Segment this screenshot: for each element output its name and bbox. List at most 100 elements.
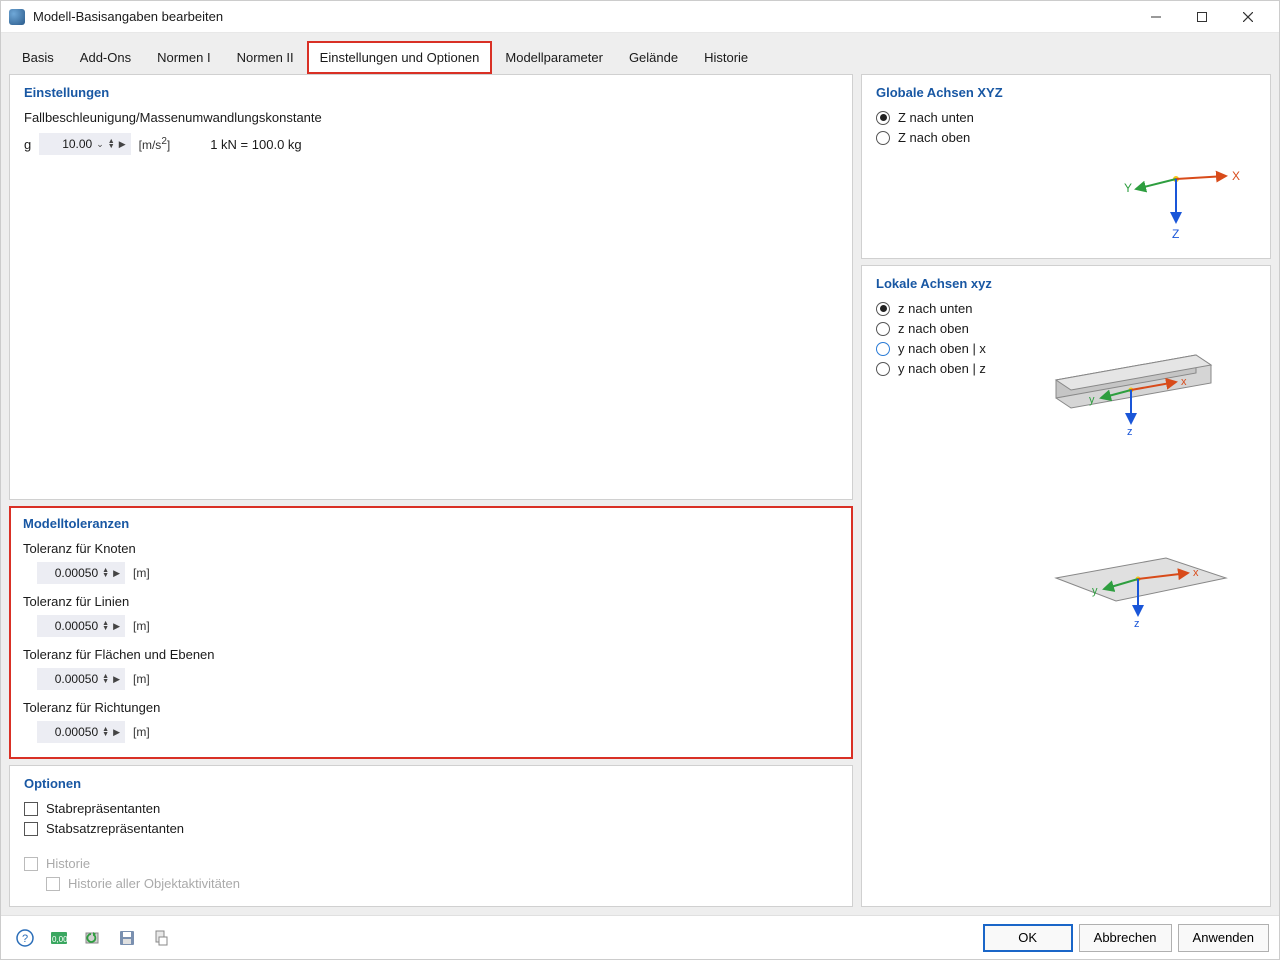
arrow-right-icon: ▶	[119, 139, 126, 150]
dropdown-icon: ⌄	[96, 139, 104, 150]
units-button[interactable]: 0,00	[45, 925, 73, 951]
apply-button[interactable]: Anwenden	[1178, 924, 1269, 952]
spinner-icon: ▲▼	[102, 674, 109, 684]
surface-graphic: x y z	[876, 519, 1256, 637]
close-button[interactable]	[1225, 1, 1271, 33]
radio-label: z nach oben	[898, 321, 969, 336]
app-icon	[9, 9, 25, 25]
kn-equivalence: 1 kN = 100.0 kg	[210, 137, 301, 152]
footer: ? 0,00 OK Abbrechen Anwenden	[1, 915, 1279, 959]
checkbox-icon	[24, 822, 38, 836]
checkbox-icon	[24, 802, 38, 816]
g-input[interactable]: 10.00 ⌄ ▲▼ ▶	[39, 133, 130, 155]
ok-button[interactable]: OK	[983, 924, 1073, 952]
global-axes-graphic: X Y Z	[876, 150, 1256, 248]
tolerance-label: Toleranz für Richtungen	[23, 700, 839, 715]
option-label: Stabsatzrepräsentanten	[46, 821, 184, 836]
radio-label: z nach unten	[898, 301, 972, 316]
panel-title-global-axes: Globale Achsen XYZ	[876, 85, 1256, 100]
svg-text:x: x	[1193, 567, 1199, 579]
svg-text:?: ?	[22, 933, 28, 945]
tolerance-label: Toleranz für Flächen und Ebenen	[23, 647, 839, 662]
option-label: Historie	[46, 856, 90, 871]
g-unit: [m/s2]	[139, 136, 171, 152]
panel-title-einstellungen: Einstellungen	[24, 85, 838, 100]
global-axis-option-1[interactable]: Z nach oben	[876, 130, 1256, 145]
option-0[interactable]: Stabrepräsentanten	[24, 801, 838, 816]
tab-basis[interactable]: Basis	[9, 41, 67, 74]
clipboard-button[interactable]	[147, 925, 175, 951]
tab-einstellungen[interactable]: Einstellungen und Optionen	[307, 41, 493, 74]
panel-title-local-axes: Lokale Achsen xyz	[876, 276, 1256, 291]
panel-modelltoleranzen: Modelltoleranzen Toleranz für Knoten 0.0…	[9, 506, 853, 759]
spinner-icon: ▲▼	[108, 139, 115, 149]
radio-icon	[876, 302, 890, 316]
panel-title-optionen: Optionen	[24, 776, 838, 791]
tolerance-unit: [m]	[133, 672, 150, 686]
window-title: Modell-Basisangaben bearbeiten	[33, 9, 1133, 24]
svg-text:0,00: 0,00	[52, 935, 68, 944]
tolerance-label: Toleranz für Knoten	[23, 541, 839, 556]
radio-label: y nach oben | x	[898, 341, 986, 356]
tab-gelaende[interactable]: Gelände	[616, 41, 691, 74]
spinner-icon: ▲▼	[102, 727, 109, 737]
tolerance-input[interactable]: 0.00050 ▲▼ ▶	[37, 721, 125, 743]
panel-einstellungen: Einstellungen Fallbeschleunigung/Massenu…	[9, 74, 853, 500]
tolerance-label: Toleranz für Linien	[23, 594, 839, 609]
radio-label: y nach oben | z	[898, 361, 986, 376]
svg-text:x: x	[1181, 376, 1187, 388]
tab-historie[interactable]: Historie	[691, 41, 761, 74]
tolerance-input[interactable]: 0.00050 ▲▼ ▶	[37, 562, 125, 584]
tolerance-unit: [m]	[133, 725, 150, 739]
option-label: Historie aller Objektaktivitäten	[68, 876, 240, 891]
radio-label: Z nach oben	[898, 130, 970, 145]
radio-icon	[876, 342, 890, 356]
tolerance-input[interactable]: 0.00050 ▲▼ ▶	[37, 615, 125, 637]
svg-text:z: z	[1127, 426, 1133, 435]
radio-icon	[876, 362, 890, 376]
panel-lokale-achsen: Lokale Achsen xyz z nach unten z nach ob…	[861, 265, 1271, 907]
arrow-right-icon: ▶	[113, 727, 120, 738]
g-symbol: g	[24, 137, 31, 152]
option-1[interactable]: Stabsatzrepräsentanten	[24, 821, 838, 836]
option-2: Historie	[24, 856, 838, 871]
tolerance-unit: [m]	[133, 619, 150, 633]
panel-globale-achsen: Globale Achsen XYZ Z nach unten Z nach o…	[861, 74, 1271, 259]
global-axis-option-0[interactable]: Z nach unten	[876, 110, 1256, 125]
local-axis-option-0[interactable]: z nach unten	[876, 301, 1256, 316]
beam-graphic: x y z	[876, 321, 1256, 439]
checkbox-icon	[46, 877, 60, 891]
tolerance-unit: [m]	[133, 566, 150, 580]
svg-text:y: y	[1089, 394, 1095, 406]
help-button[interactable]: ?	[11, 925, 39, 951]
titlebar: Modell-Basisangaben bearbeiten	[1, 1, 1279, 33]
radio-icon	[876, 111, 890, 125]
radio-label: Z nach unten	[898, 110, 974, 125]
radio-icon	[876, 322, 890, 336]
tab-modellparameter[interactable]: Modellparameter	[492, 41, 616, 74]
maximize-button[interactable]	[1179, 1, 1225, 33]
svg-text:X: X	[1232, 169, 1240, 183]
panel-optionen: Optionen Stabrepräsentanten Stabsatzrepr…	[9, 765, 853, 907]
refresh-button[interactable]	[79, 925, 107, 951]
svg-text:Y: Y	[1124, 181, 1132, 195]
gravity-label: Fallbeschleunigung/Massenumwandlungskons…	[24, 110, 838, 125]
minimize-button[interactable]	[1133, 1, 1179, 33]
tabbar: Basis Add-Ons Normen I Normen II Einstel…	[9, 41, 1271, 74]
cancel-button[interactable]: Abbrechen	[1079, 924, 1172, 952]
option-3: Historie aller Objektaktivitäten	[46, 876, 838, 891]
svg-text:z: z	[1134, 618, 1140, 630]
option-label: Stabrepräsentanten	[46, 801, 160, 816]
radio-icon	[876, 131, 890, 145]
save-button[interactable]	[113, 925, 141, 951]
tab-addons[interactable]: Add-Ons	[67, 41, 144, 74]
checkbox-icon	[24, 857, 38, 871]
svg-text:y: y	[1092, 585, 1098, 597]
spinner-icon: ▲▼	[102, 621, 109, 631]
tab-normen1[interactable]: Normen I	[144, 41, 223, 74]
spinner-icon: ▲▼	[102, 568, 109, 578]
tolerance-input[interactable]: 0.00050 ▲▼ ▶	[37, 668, 125, 690]
arrow-right-icon: ▶	[113, 621, 120, 632]
tab-normen2[interactable]: Normen II	[224, 41, 307, 74]
arrow-right-icon: ▶	[113, 674, 120, 685]
